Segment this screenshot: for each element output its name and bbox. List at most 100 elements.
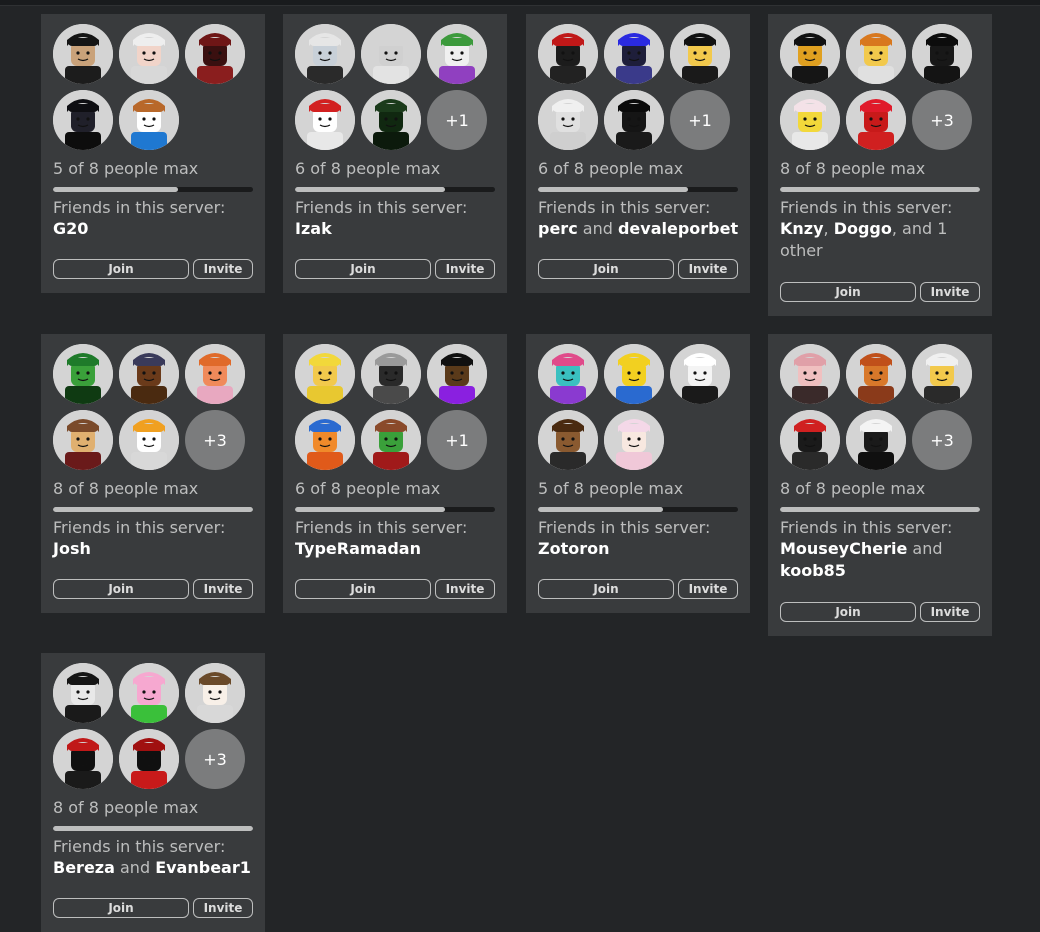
join-button[interactable]: Join (538, 579, 674, 599)
invite-button[interactable]: Invite (435, 259, 495, 279)
friends-names: TypeRamadan (295, 538, 500, 560)
server-card: 5 of 8 people max Friends in this server:… (526, 334, 750, 613)
friend-name[interactable]: Bereza (53, 858, 115, 877)
friend-name[interactable]: Doggo (834, 219, 892, 238)
join-button[interactable]: Join (295, 579, 431, 599)
avatar-brown-dreads (538, 410, 598, 470)
player-count: 8 of 8 people max (53, 479, 199, 498)
avatar-white-tank (538, 90, 598, 150)
capacity-bar (538, 507, 738, 512)
player-count: 8 of 8 people max (53, 798, 199, 817)
player-count: 5 of 8 people max (53, 159, 199, 178)
friend-name[interactable]: TypeRamadan (295, 539, 421, 558)
server-card: +1 6 of 8 people max Friends in this serve… (283, 334, 507, 613)
avatar-noob-smile (604, 344, 664, 404)
invite-button[interactable]: Invite (920, 602, 980, 622)
avatar-dark-dragon (361, 90, 421, 150)
join-button[interactable]: Join (53, 259, 189, 279)
invite-button[interactable]: Invite (193, 898, 253, 918)
join-button[interactable]: Join (780, 282, 916, 302)
invite-button[interactable]: Invite (920, 282, 980, 302)
capacity-bar-fill (53, 187, 178, 192)
friends-separator: and (907, 539, 943, 558)
friends-label: Friends in this server: (53, 518, 226, 537)
capacity-bar-fill (295, 187, 445, 192)
friends-separator: , (823, 219, 834, 238)
server-card: +3 8 of 8 people max Friends in this serve… (41, 334, 265, 613)
capacity-bar (780, 507, 980, 512)
avatar-orange-bear (846, 344, 906, 404)
capacity-bar (295, 187, 495, 192)
avatar-gold-coin (780, 24, 840, 84)
player-count: 6 of 8 people max (295, 479, 441, 498)
invite-button[interactable]: Invite (193, 259, 253, 279)
friends-label: Friends in this server: (780, 198, 953, 217)
friend-name[interactable]: perc (538, 219, 578, 238)
join-button[interactable]: Join (53, 898, 189, 918)
avatar-orange-hair (846, 24, 906, 84)
avatar-black-spiky (53, 90, 113, 150)
capacity-bar (53, 826, 253, 831)
avatar-orange-cat (185, 344, 245, 404)
invite-button[interactable]: Invite (678, 579, 738, 599)
invite-button[interactable]: Invite (678, 259, 738, 279)
player-count: 8 of 8 people max (780, 159, 926, 178)
join-button[interactable]: Join (53, 579, 189, 599)
friends-label: Friends in this server: (295, 518, 468, 537)
avatar-red-black-hair (53, 729, 113, 789)
capacity-bar (295, 507, 495, 512)
extra-players-badge: +1 (427, 90, 487, 150)
friends-names: perc and devaleporbet (538, 218, 743, 240)
avatar-viking-helmet (912, 344, 972, 404)
friend-name[interactable]: G20 (53, 219, 88, 238)
friend-name[interactable]: Izak (295, 219, 332, 238)
capacity-bar-fill (780, 507, 980, 512)
avatar-santa-snowman (295, 90, 355, 150)
avatar-white-bear (670, 344, 730, 404)
capacity-bar-fill (538, 507, 663, 512)
capacity-bar (538, 187, 738, 192)
friends-label: Friends in this server: (295, 198, 468, 217)
avatar-robot-helmet (295, 24, 355, 84)
avatar-top-hat (119, 410, 179, 470)
avatar-black-hair (53, 24, 113, 84)
avatar-brown-beanie (53, 410, 113, 470)
avatar-smile-black-hair (670, 24, 730, 84)
capacity-bar (53, 187, 253, 192)
avatar-orange-beanie (295, 410, 355, 470)
friends-label: Friends in this server: (53, 837, 226, 856)
avatar-rainbow-wings (427, 24, 487, 84)
avatar-cowboy-hat (119, 344, 179, 404)
join-button[interactable]: Join (295, 259, 431, 279)
avatar-pink-star (119, 663, 179, 723)
friends-names: Knzy, Doggo, and 1 other (780, 218, 985, 262)
avatar-red-headphones (780, 410, 840, 470)
capacity-bar-fill (53, 507, 253, 512)
friend-name[interactable]: devaleporbet (618, 219, 738, 238)
avatar-brown-witch (185, 663, 245, 723)
friends-label: Friends in this server: (780, 518, 953, 537)
friend-name[interactable]: koob85 (780, 561, 846, 580)
extra-players-badge: +1 (427, 410, 487, 470)
server-card: 5 of 8 people max Friends in this server:… (41, 14, 265, 293)
friends-separator: and (114, 858, 156, 877)
friends-names: G20 (53, 218, 258, 240)
friends-names: Izak (295, 218, 500, 240)
friend-name[interactable]: Josh (53, 539, 91, 558)
friend-name[interactable]: Knzy (780, 219, 824, 238)
friend-name[interactable]: Evanbear1 (155, 858, 251, 877)
friend-name[interactable]: MouseyCherie (780, 539, 907, 558)
extra-players-badge: +3 (912, 90, 972, 150)
avatar-red-wolf (185, 24, 245, 84)
avatar-pink-cap (538, 344, 598, 404)
avatar-green-hood (53, 344, 113, 404)
server-card: +3 8 of 8 people max Friends in this serve… (768, 334, 992, 636)
friend-name[interactable]: Zotoron (538, 539, 610, 558)
join-button[interactable]: Join (538, 259, 674, 279)
avatar-white-cap (846, 410, 906, 470)
server-card: +3 8 of 8 people max Friends in this serve… (41, 653, 265, 932)
friends-label: Friends in this server: (538, 198, 711, 217)
join-button[interactable]: Join (780, 602, 916, 622)
invite-button[interactable]: Invite (193, 579, 253, 599)
invite-button[interactable]: Invite (435, 579, 495, 599)
